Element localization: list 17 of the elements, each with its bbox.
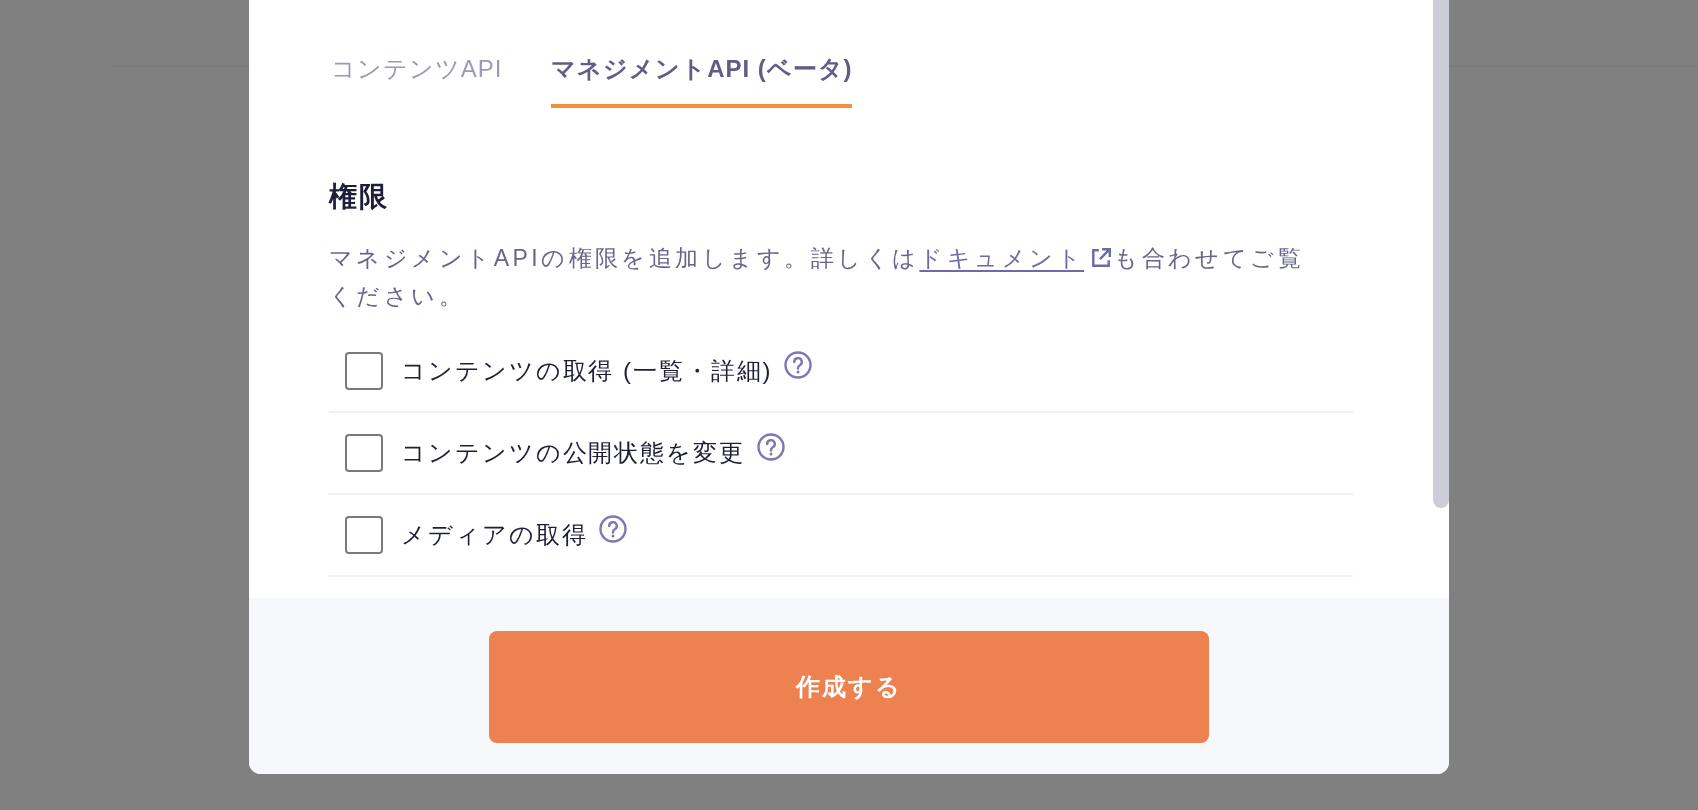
documentation-link[interactable]: ドキュメント: [919, 245, 1085, 271]
help-icon[interactable]: [756, 433, 785, 461]
checkbox[interactable]: [345, 352, 383, 390]
help-icon[interactable]: [599, 515, 628, 543]
checkbox[interactable]: [345, 434, 383, 472]
help-icon[interactable]: [784, 351, 813, 379]
description-text: マネジメントAPIの権限を追加します。詳しくは ドキュメント も合わせてご覧ください。: [329, 244, 1306, 311]
external-link-icon: [1090, 247, 1113, 269]
tab[interactable]: マネジメントAPI (ベータ): [551, 52, 853, 108]
tab[interactable]: コンテンツAPI: [331, 52, 503, 108]
create-button[interactable]: 作成する: [489, 631, 1209, 743]
permission-label: コンテンツの公開状態を変更: [401, 438, 745, 468]
section-heading: 権限: [329, 180, 390, 214]
permission-label: メディアの取得: [401, 520, 588, 550]
scrollbar-thumb[interactable]: [1433, 0, 1449, 508]
checkbox[interactable]: [345, 516, 383, 554]
permission-label: コンテンツの取得 (一覧・詳細): [401, 356, 773, 386]
